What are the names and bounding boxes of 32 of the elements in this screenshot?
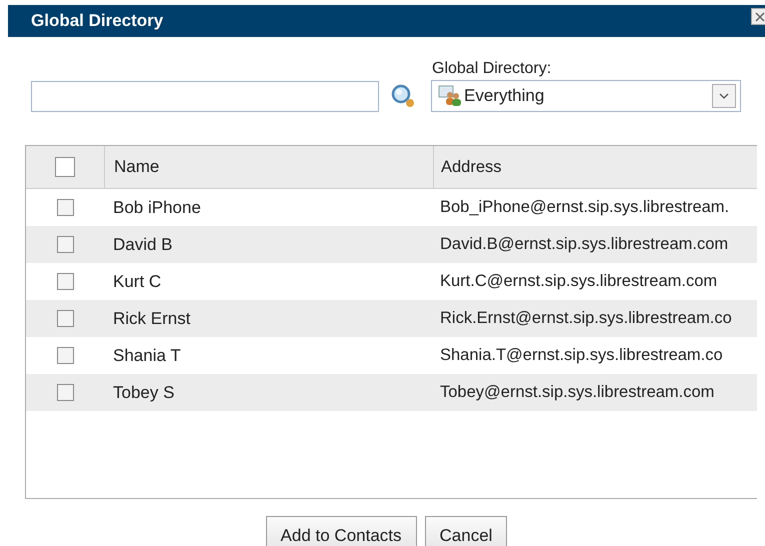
row-checkbox[interactable] [56, 236, 74, 253]
row-checkbox[interactable] [56, 310, 74, 327]
select-all-checkbox[interactable] [55, 157, 75, 177]
table-cell: Shania.T@ernst.sip.sys.librestream.co [440, 346, 723, 365]
row-checkbox[interactable] [56, 273, 74, 290]
directory-label: Global Directory: [432, 60, 552, 78]
row-checkbox[interactable] [56, 384, 74, 401]
table-cell: Kurt.C@ernst.sip.sys.librestream.com [440, 272, 718, 291]
column-header[interactable]: Name [104, 146, 433, 188]
table-cell: Rick Ernst [113, 308, 190, 328]
close-button[interactable] [751, 8, 765, 25]
window-title: Global Directory [31, 11, 164, 31]
table-cell: Tobey S [113, 382, 174, 402]
row-checkbox[interactable] [56, 199, 74, 216]
table-cell: Bob_iPhone@ernst.sip.sys.librestream. [440, 198, 730, 217]
close-icon [755, 12, 765, 22]
table-cell: Kurt C [113, 272, 162, 292]
cancel-button[interactable]: Cancel [424, 516, 508, 546]
search-field[interactable] [31, 81, 379, 112]
table-cell: Shania T [113, 346, 181, 366]
directory-dropdown[interactable]: Everything [431, 80, 741, 112]
table-cell: Bob iPhone [113, 198, 201, 218]
table-cell: Tobey@ernst.sip.sys.librestream.com [440, 383, 714, 402]
chevron-down-icon [719, 93, 729, 99]
add-button[interactable]: Add to Contacts [266, 516, 417, 546]
column-header[interactable]: Address [433, 146, 757, 188]
people-icon [438, 85, 462, 107]
row-checkbox[interactable] [56, 347, 74, 364]
table-cell: Rick.Ernst@ernst.sip.sys.librestream.co [440, 309, 732, 328]
table-cell: David B [113, 234, 173, 254]
table-cell: David.B@ernst.sip.sys.librestream.com [440, 235, 728, 254]
search-icon[interactable] [390, 83, 416, 109]
